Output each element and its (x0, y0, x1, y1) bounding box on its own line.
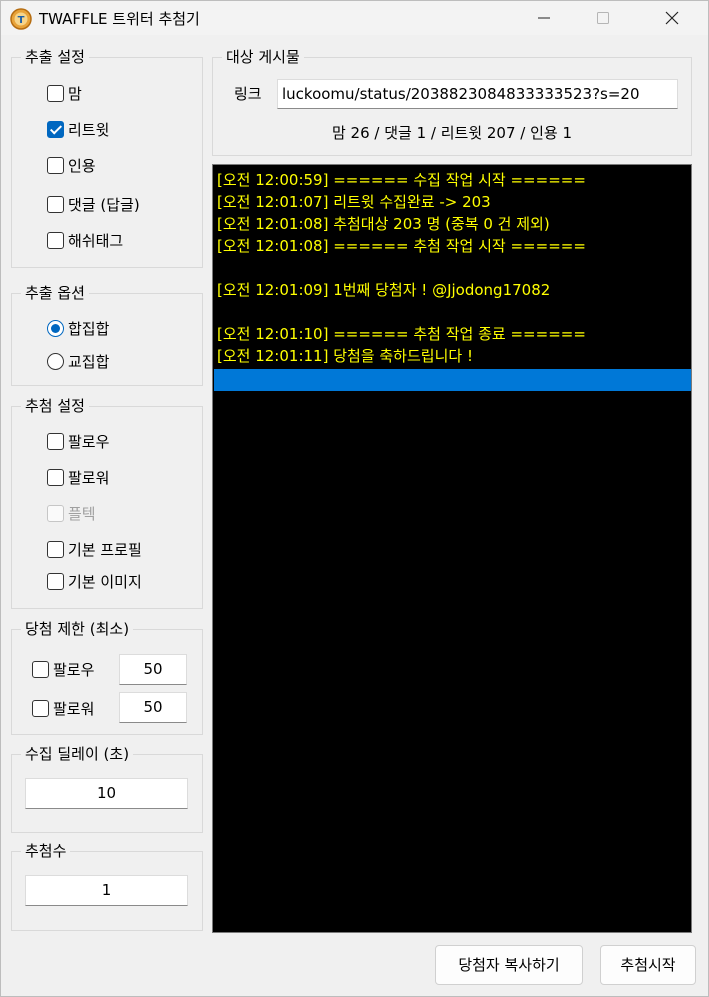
extract-hashtag-checkbox[interactable]: 해쉬태그 (47, 229, 123, 251)
draw-protected-checkbox: 플텍 (47, 502, 96, 524)
checkbox-box[interactable] (47, 540, 64, 558)
draw-count-input[interactable]: 1 (25, 875, 188, 906)
limit-follower-checkbox[interactable]: 팔로워 (32, 697, 94, 719)
link-input[interactable]: luckoomu/status/2038823084833333523?s=20 (277, 79, 678, 109)
limit-follow-checkbox[interactable]: 팔로우 (32, 658, 94, 680)
close-button[interactable] (649, 1, 695, 35)
checkbox-box[interactable] (47, 572, 64, 590)
log-selected-row[interactable] (214, 369, 691, 391)
twaffle-logo-icon: T (10, 8, 32, 30)
window-title: TWAFFLE 트위터 추첨기 (39, 10, 200, 28)
extract-reply-checkbox[interactable]: 댓글 (답글) (47, 193, 140, 215)
log-line: [오전 12:01:11] 당첨을 축하드립니다 ! (217, 347, 473, 365)
checkbox-box[interactable] (47, 468, 64, 486)
log-output[interactable]: [오전 12:00:59] ====== 수집 작업 시작 ====== [오전… (212, 164, 692, 933)
start-draw-button[interactable]: 추첨시작 (600, 945, 696, 985)
extract-retweet-checkbox[interactable]: 리트윗 (47, 118, 109, 140)
post-stats: 맘 26 / 댓글 1 / 리트윗 207 / 인용 1 (331, 124, 573, 142)
win-limit-title: 당첨 제한 (최소) (21, 619, 134, 639)
checkbox-box[interactable] (32, 660, 49, 678)
minimize-icon (538, 17, 550, 19)
log-line: [오전 12:01:08] ====== 추첨 작업 시작 ====== (217, 237, 586, 255)
svg-text:T: T (18, 15, 25, 26)
checkbox-box[interactable] (47, 195, 64, 213)
log-line: [오전 12:01:07] 리트윗 수집완료 -> 203 (217, 193, 491, 211)
title-bar[interactable]: T TWAFFLE 트위터 추첨기 (1, 1, 708, 35)
checkbox-box[interactable] (47, 84, 64, 102)
union-radio[interactable]: 합집합 (47, 317, 109, 339)
extract-quote-checkbox[interactable]: 인용 (47, 154, 96, 176)
log-line: [오전 12:01:09] 1번째 당첨자 ! @Jjodong17082 (217, 281, 551, 299)
draw-default-profile-checkbox[interactable]: 기본 프로필 (47, 538, 142, 560)
log-line: [오전 12:00:59] ====== 수집 작업 시작 ====== (217, 171, 586, 189)
minimize-button[interactable] (521, 1, 567, 35)
draw-follow-checkbox[interactable]: 팔로우 (47, 430, 109, 452)
link-label: 링크 (234, 85, 262, 103)
draw-default-image-checkbox[interactable]: 기본 이미지 (47, 570, 142, 592)
draw-count-title: 추첨수 (21, 841, 71, 861)
maximize-icon (597, 12, 609, 24)
extract-options-group: 추출 옵션 (11, 283, 203, 386)
checkbox-box[interactable] (32, 699, 49, 717)
target-post-title: 대상 게시물 (222, 47, 304, 67)
intersection-radio[interactable]: 교집합 (47, 350, 109, 372)
checkbox-box[interactable] (47, 231, 64, 249)
log-line: [오전 12:01:10] ====== 추첨 작업 종료 ====== (217, 325, 586, 343)
radio-dot[interactable] (47, 319, 64, 337)
limit-follower-input[interactable]: 50 (119, 692, 187, 723)
checkbox-box[interactable] (47, 120, 64, 138)
extract-options-title: 추출 옵션 (21, 283, 89, 303)
checkbox-box[interactable] (47, 156, 64, 174)
radio-dot[interactable] (47, 352, 64, 370)
draw-settings-title: 추첨 설정 (21, 396, 89, 416)
collect-delay-title: 수집 딜레이 (초) (21, 744, 134, 764)
log-line: [오전 12:01:08] 추첨대상 203 명 (중복 0 건 제외) (217, 215, 550, 233)
extract-settings-title: 추출 설정 (21, 47, 89, 67)
checkbox-box[interactable] (47, 432, 64, 450)
extract-heart-checkbox[interactable]: 맘 (47, 82, 82, 104)
close-icon (665, 11, 679, 25)
app-window: T TWAFFLE 트위터 추첨기 추출 설정 맘 리트윗 인용 댓글 (답글)… (0, 0, 709, 997)
maximize-button[interactable] (580, 1, 626, 35)
checkbox-box (47, 504, 64, 522)
limit-follow-input[interactable]: 50 (119, 654, 187, 685)
draw-follower-checkbox[interactable]: 팔로워 (47, 466, 109, 488)
copy-winner-button[interactable]: 당첨자 복사하기 (435, 945, 583, 985)
collect-delay-input[interactable]: 10 (25, 778, 188, 809)
